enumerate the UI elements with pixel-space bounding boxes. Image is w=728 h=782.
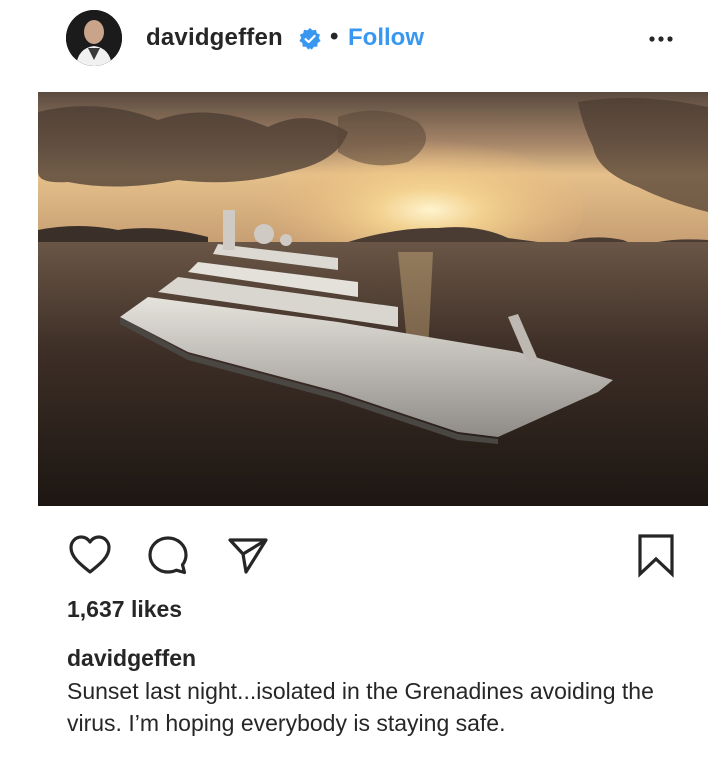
post-header: davidgeffen • Follow <box>0 0 728 80</box>
caption-username[interactable]: davidgeffen <box>67 645 196 672</box>
username[interactable]: davidgeffen <box>146 24 283 52</box>
follow-button[interactable]: Follow <box>348 24 424 52</box>
separator-dot: • <box>330 23 339 50</box>
comment-icon[interactable] <box>146 534 190 581</box>
likes-count[interactable]: 1,637 likes <box>67 596 182 623</box>
action-bar <box>0 520 728 590</box>
post-photo[interactable] <box>38 92 708 506</box>
avatar[interactable] <box>66 10 122 66</box>
more-options-icon[interactable] <box>646 24 676 54</box>
caption-text: Sunset last night...isolated in the Gren… <box>67 678 654 736</box>
bookmark-icon[interactable] <box>634 532 678 583</box>
share-icon[interactable] <box>226 534 270 581</box>
heart-icon[interactable] <box>68 534 112 581</box>
verified-badge-icon <box>298 27 322 51</box>
